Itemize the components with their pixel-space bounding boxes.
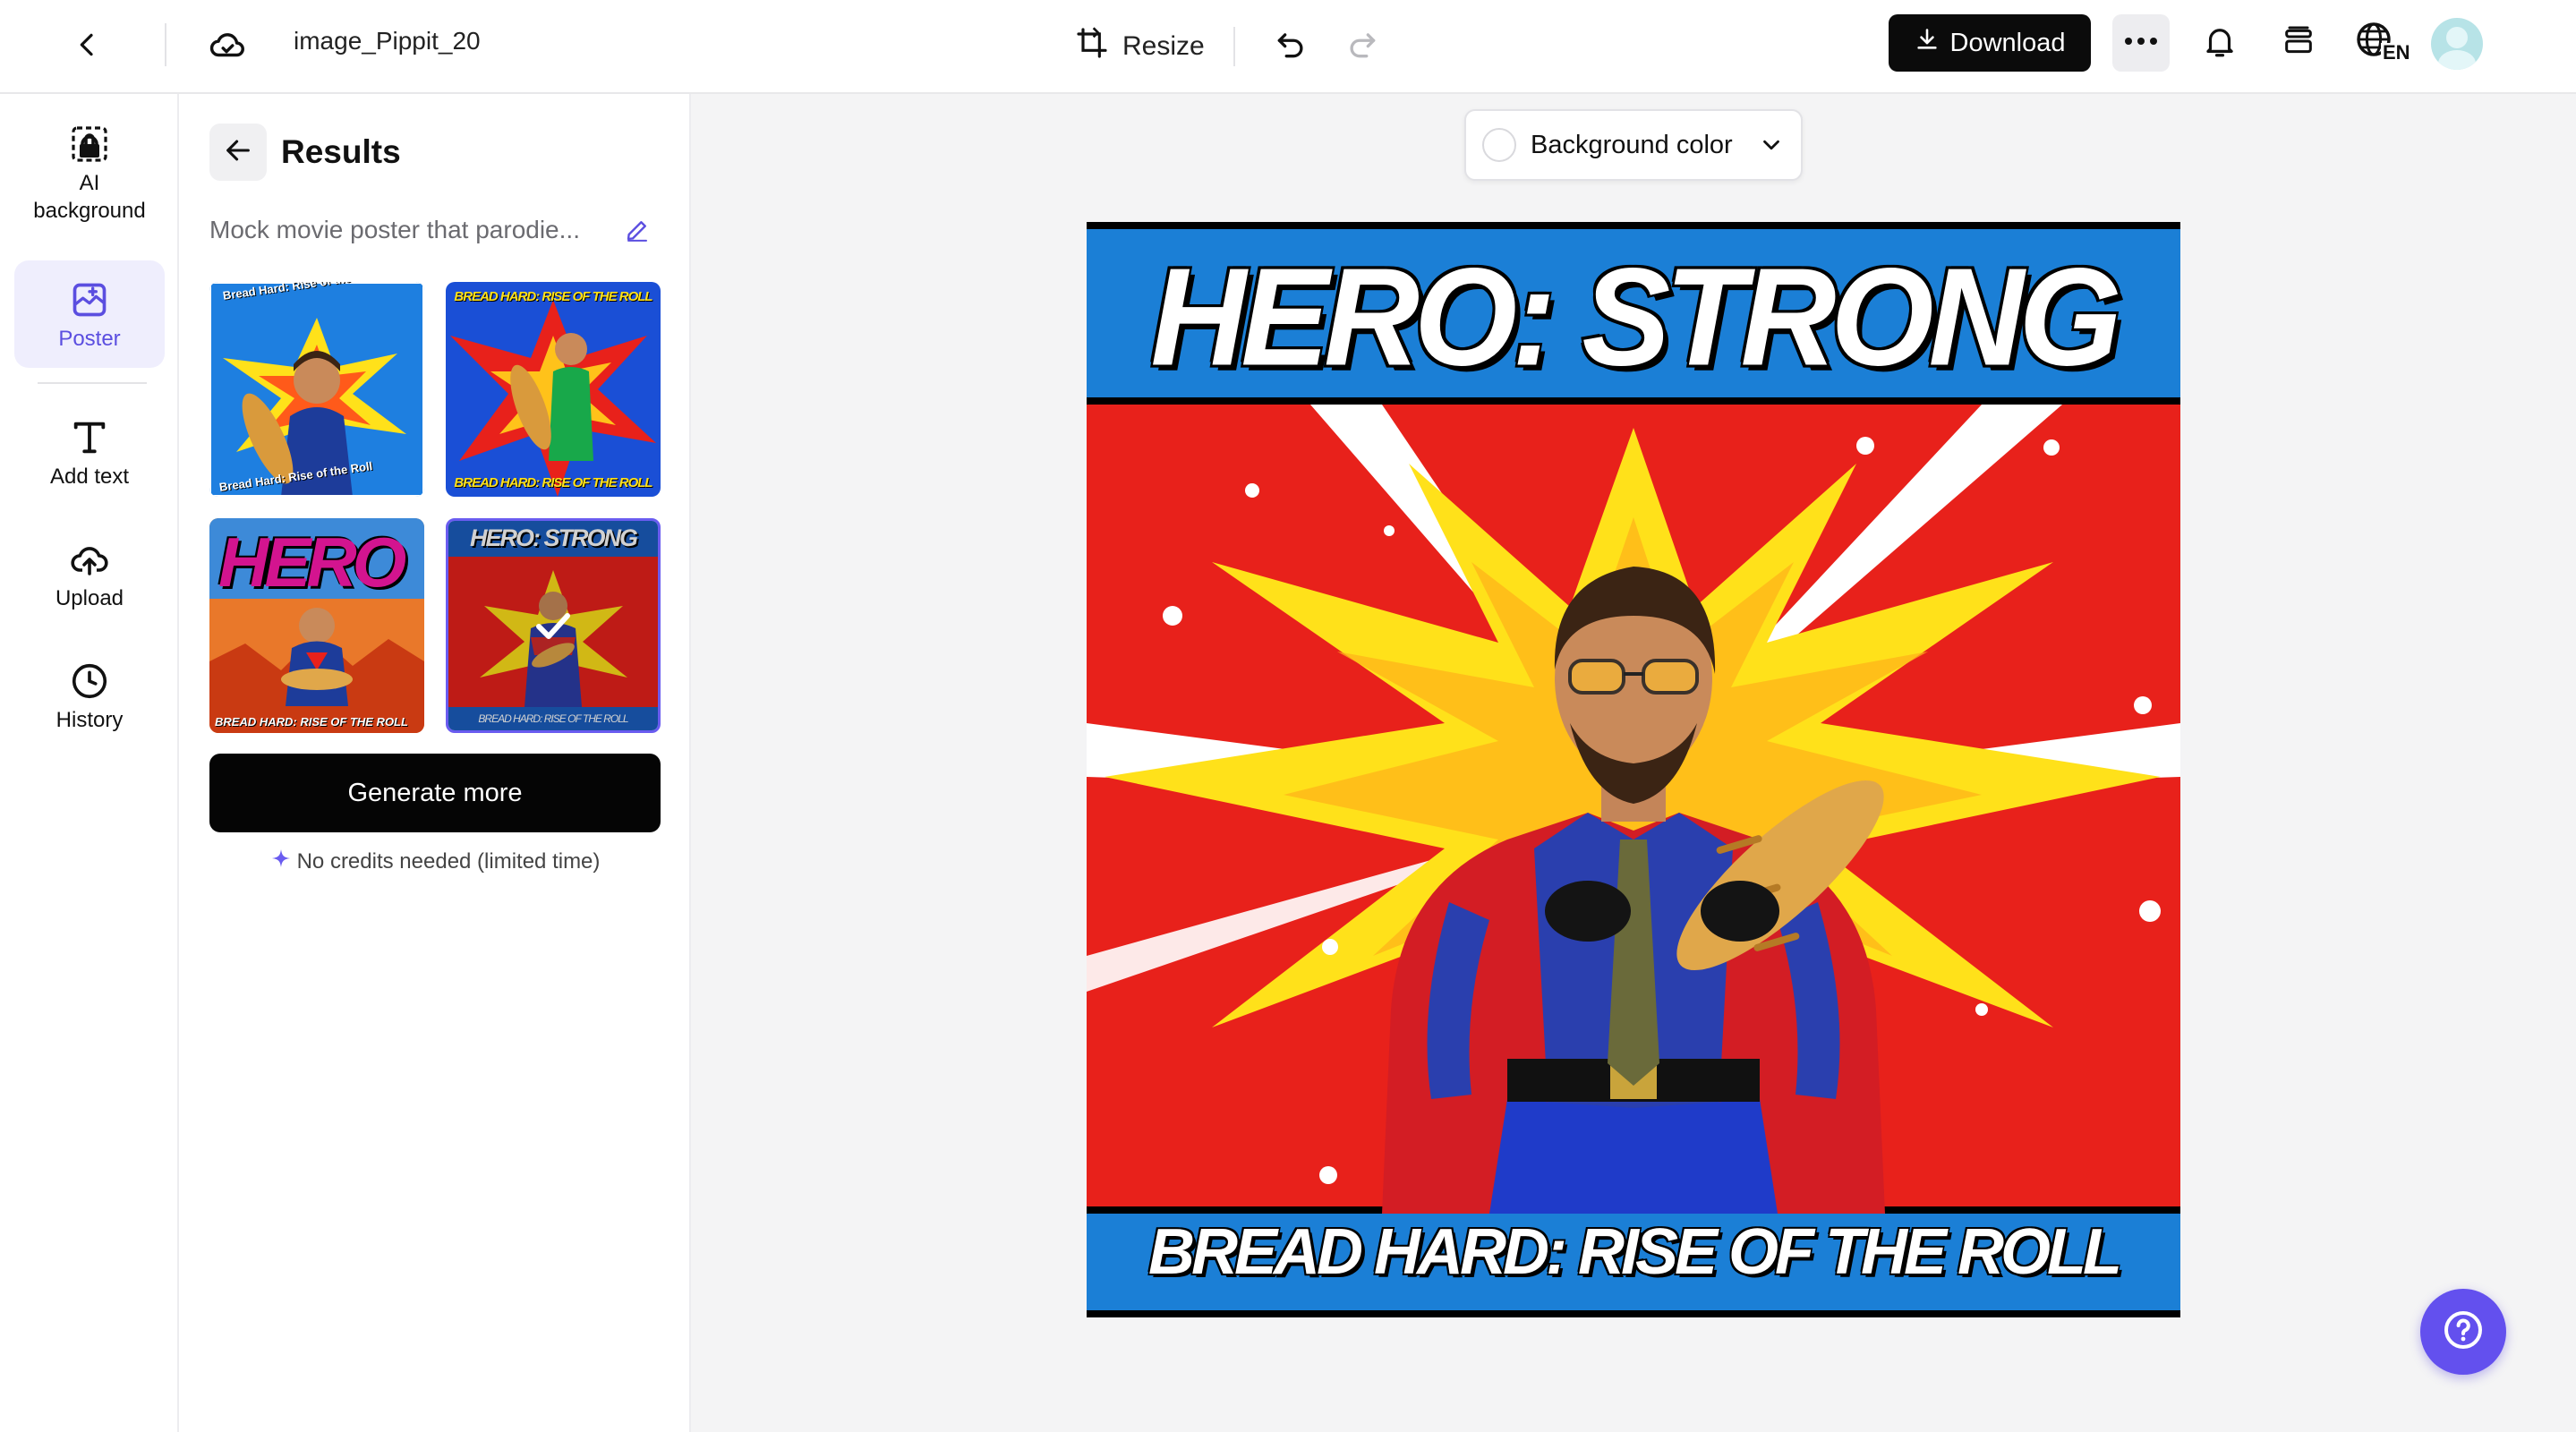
divider: [1233, 27, 1235, 66]
rail-item-poster[interactable]: Poster: [14, 260, 165, 368]
edit-prompt-button[interactable]: [616, 210, 659, 253]
poster-subtitle: BREAD HARD: RISE OF THE ROLL: [1148, 1216, 2122, 1288]
language-badge: EN: [2381, 41, 2412, 64]
credits-note: No credits needed (limited time): [209, 848, 661, 875]
rail-item-label: History: [55, 707, 124, 732]
chevron-down-icon: [1758, 132, 1785, 158]
resize-button[interactable]: Resize: [1067, 20, 1212, 73]
generate-more-button[interactable]: Generate more: [209, 754, 661, 832]
bell-icon: [2201, 22, 2239, 64]
avatar[interactable]: [2431, 18, 2483, 70]
help-button[interactable]: [2420, 1289, 2506, 1375]
question-mark-icon: [2442, 1308, 2485, 1356]
arrow-left-icon: [223, 135, 253, 170]
background-color-label: Background color: [1531, 130, 1733, 159]
results-back-button[interactable]: [209, 124, 267, 181]
redo-icon: [1345, 28, 1379, 66]
globe-icon: EN: [2354, 20, 2412, 66]
resize-icon: [1074, 25, 1110, 68]
poster-canvas[interactable]: HERO: STRONG BREAD HARD: RISE OF THE ROL…: [1087, 222, 2180, 1317]
file-name[interactable]: image_Pippit_20: [294, 27, 481, 55]
avatar-shoulders: [2438, 50, 2476, 70]
selected-overlay: [448, 521, 658, 730]
download-icon: [1915, 27, 1940, 59]
text-icon: [66, 414, 113, 461]
rail-item-add-text[interactable]: Add text: [14, 407, 165, 497]
credits-note-text: No credits needed (limited time): [296, 848, 601, 874]
rail-divider: [38, 382, 147, 384]
result-thumbnail[interactable]: Bread Hard: Rise of the Roll Bread Hard:…: [209, 282, 424, 497]
redo-button[interactable]: [1334, 18, 1391, 75]
thumbnail-caption-top: BREAD HARD: RISE OF THE ROLL: [454, 289, 653, 304]
resize-label: Resize: [1122, 31, 1205, 61]
layers-icon: [2281, 23, 2316, 64]
language-button[interactable]: EN: [2350, 14, 2415, 72]
rail-item-upload[interactable]: Upload: [14, 529, 165, 618]
ai-background-icon: [66, 121, 113, 167]
results-panel: Results Mock movie poster that parodie..…: [179, 94, 691, 1432]
checkmark-icon: [532, 604, 575, 647]
download-button[interactable]: Download: [1889, 14, 2091, 72]
thumbnail-caption-bottom: BREAD HARD: RISE OF THE ROLL: [454, 475, 653, 490]
background-color-dropdown[interactable]: Background color: [1464, 109, 1803, 181]
cloud-sync-button[interactable]: [199, 18, 256, 75]
sparkle-icon: [270, 848, 292, 875]
undo-button[interactable]: [1262, 18, 1319, 75]
thumbnail-caption-bottom: BREAD HARD: RISE OF THE ROLL: [215, 715, 408, 729]
avatar-head: [2446, 27, 2468, 48]
poster-title: HERO: STRONG: [1150, 239, 2121, 396]
pencil-icon: [624, 217, 651, 248]
result-thumbnail-selected[interactable]: HERO: STRONG BREAD HARD: RISE OF THE ROL…: [446, 518, 661, 733]
notifications-button[interactable]: [2191, 14, 2248, 72]
undo-icon: [1274, 28, 1308, 66]
upload-icon: [66, 536, 113, 583]
chevron-left-icon: [73, 30, 102, 64]
more-dots-icon: [2123, 35, 2159, 51]
prompt-text: Mock movie poster that parodie...: [209, 216, 580, 243]
rail-item-label: AI background: [33, 171, 146, 223]
color-swatch: [1482, 128, 1516, 162]
divider: [165, 23, 166, 66]
left-tool-rail: AI background Poster Add text Upload His…: [0, 94, 179, 1432]
rail-item-history[interactable]: History: [14, 651, 165, 740]
rail-item-label: Add text: [49, 464, 130, 489]
top-bar: image_Pippit_20 Resize Download EN: [0, 0, 2576, 94]
back-button[interactable]: [59, 18, 116, 75]
poster-icon: [66, 277, 113, 323]
more-options-button[interactable]: [2112, 14, 2170, 72]
layers-button[interactable]: [2270, 14, 2327, 72]
results-title: Results: [281, 133, 401, 170]
cloud-sync-icon: [207, 24, 248, 70]
rail-item-label: Upload: [55, 585, 124, 610]
history-icon: [66, 658, 113, 704]
thumbnail-caption-top: HERO: [218, 523, 406, 601]
rail-item-ai-background[interactable]: AI background: [14, 121, 165, 237]
rail-item-label: Poster: [58, 326, 121, 351]
result-thumbnail[interactable]: BREAD HARD: RISE OF THE ROLL BREAD HARD:…: [446, 282, 661, 497]
result-thumbnail[interactable]: HERO BREAD HARD: RISE OF THE ROLL: [209, 518, 424, 733]
download-label: Download: [1949, 28, 2066, 57]
